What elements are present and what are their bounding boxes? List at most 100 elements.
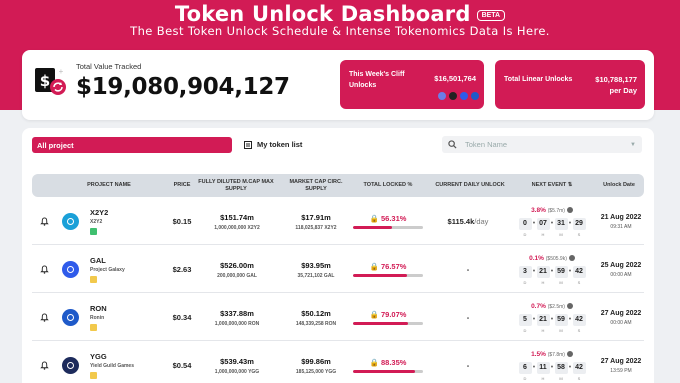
unlock-date-cell: 21 Aug 2022 09:31 AM	[598, 198, 644, 245]
cliff-unlocks-card[interactable]: This Week's Cliff Unlocks $16,501,764	[340, 60, 484, 109]
alert-toggle[interactable]	[40, 294, 50, 341]
countdown-box: 31	[554, 217, 568, 230]
token-logo-icon	[62, 261, 79, 278]
chain-icons	[438, 92, 479, 100]
table-row[interactable]: RON Ronin $0.34 $337.88m 1,000,000,000 RON $5…	[32, 294, 644, 341]
project-name-cell[interactable]: YGG Yield Guild Games	[90, 342, 160, 383]
unlock-time: 13:59 PM	[610, 367, 632, 374]
header-fdmc[interactable]: FULLY DILUTED M.CAP MAX SUPPLY	[196, 174, 276, 197]
project-name: Yield Guild Games	[90, 363, 134, 369]
table-row[interactable]: X2Y2 X2Y2 $0.15 $151.74m 1,000,000,000 X2Y2 $…	[32, 198, 644, 245]
countdown-unit: M	[559, 231, 563, 237]
countdown-unit: S	[577, 231, 581, 237]
table-row[interactable]: YGG Yield Guild Games $0.54 $539.43m 1,000,0…	[32, 342, 644, 383]
header-mcap[interactable]: MARKET CAP CIRC. SUPPLY	[287, 174, 345, 197]
countdown-unit: D	[523, 375, 527, 381]
header-locked[interactable]: TOTAL LOCKED %	[350, 174, 426, 197]
my-token-list-label: My token list	[257, 140, 303, 149]
lock-icon: 🔒	[369, 262, 379, 271]
dollar-unlock-icon: $ +	[35, 67, 66, 95]
token-icon	[471, 92, 479, 100]
unlock-date: 27 Aug 2022	[600, 357, 642, 365]
next-event-cell: 3.8% ($5.7m) 0 • 07 • 31 • 29 D H M S	[506, 198, 598, 245]
daily-unlock-value: $115.4k	[447, 217, 475, 226]
event-percent: 1.5%	[531, 350, 546, 358]
event-summary: 0.7% ($2.5m)	[531, 302, 573, 310]
countdown-separator: •	[532, 316, 536, 323]
linear-unlocks-value: $10,788,177 per Day	[595, 74, 637, 96]
header-date[interactable]: Unlock Date	[594, 174, 644, 197]
locked-progress-fill	[353, 322, 409, 325]
countdown-separator: •	[550, 316, 554, 323]
event-amount: ($5.7m)	[547, 207, 565, 214]
event-summary: 3.8% ($5.7m)	[531, 206, 573, 214]
fdmc-cell: $539.43m 1,000,000,000 YGG	[200, 342, 274, 383]
token-search-input[interactable]: Token Name ▼	[442, 136, 642, 153]
daily-unlock: $115.4k/day	[428, 198, 508, 245]
table-row[interactable]: GAL Project Galaxy $2.63 $526.00m 200,000,00…	[32, 246, 644, 293]
page-title: Token Unlock Dashboard	[174, 2, 471, 26]
countdown-labels: DHMS	[519, 328, 586, 333]
fdmc-value: $526.00m	[220, 260, 254, 270]
countdown-separator: •	[568, 220, 572, 227]
countdown: 3 • 21 • 59 • 42	[518, 265, 586, 278]
countdown-labels: DHMS	[519, 232, 586, 237]
locked-percent: 🔒 76.57%	[370, 262, 407, 271]
beta-badge: BETA	[476, 10, 506, 21]
daily-unlock: -	[428, 342, 508, 383]
my-token-list-filter[interactable]: My token list	[240, 136, 306, 153]
locked-progress-bar	[353, 370, 423, 373]
daily-unlock-value: -	[466, 313, 470, 322]
info-icon[interactable]	[566, 206, 573, 213]
mcap-value: $99.86m	[301, 356, 331, 366]
project-name-cell[interactable]: X2Y2 X2Y2	[90, 198, 160, 245]
daily-unlock-value: -	[466, 265, 470, 274]
token-logo-icon	[62, 309, 79, 326]
locked-progress-fill	[353, 226, 393, 229]
countdown-box: 58	[554, 361, 568, 374]
price: $2.63	[172, 265, 192, 274]
countdown-separator: •	[550, 220, 554, 227]
countdown-unit: H	[541, 327, 545, 333]
alert-toggle[interactable]	[40, 198, 50, 245]
linear-unlocks-label: Total Linear Unlocks	[504, 76, 573, 83]
alert-toggle[interactable]	[40, 342, 50, 383]
alert-toggle[interactable]	[40, 246, 50, 293]
svg-text:$: $	[40, 72, 50, 90]
countdown-separator: •	[532, 220, 536, 227]
total-value-label: Total Value Tracked	[76, 62, 142, 71]
event-percent: 0.7%	[531, 302, 546, 310]
page-subtitle: The Best Token Unlock Schedule & Intense…	[130, 24, 550, 38]
header-project[interactable]: PROJECT NAME	[80, 174, 138, 197]
project-name-cell[interactable]: GAL Project Galaxy	[90, 246, 160, 293]
mcap-cell: $93.95m 35,721,102 GAL	[286, 246, 346, 293]
chevron-down-icon: ▼	[630, 141, 636, 148]
list-icon	[244, 140, 252, 149]
info-icon[interactable]	[568, 254, 575, 261]
countdown-separator: •	[568, 268, 572, 275]
header-next-event[interactable]: NEXT EVENT ⇅	[516, 174, 588, 197]
locked-percent: 🔒 56.31%	[370, 214, 407, 223]
event-summary: 0.1% ($505.9k)	[529, 254, 575, 262]
linear-unlocks-card[interactable]: Total Linear Unlocks $10,788,177 per Day	[495, 60, 645, 109]
event-percent: 0.1%	[529, 254, 544, 262]
max-supply: 200,000,000 GAL	[217, 272, 257, 279]
all-project-filter[interactable]: All project	[32, 137, 232, 153]
project-name-cell[interactable]: RON Ronin	[90, 294, 160, 341]
info-icon[interactable]	[566, 302, 573, 309]
mcap-value: $17.91m	[301, 212, 331, 222]
countdown-unit: D	[523, 231, 527, 237]
bell-icon	[40, 313, 49, 322]
token-table-panel: All project My token list Token Name ▼ P…	[22, 128, 654, 383]
max-supply: 1,000,000,000 X2Y2	[214, 224, 260, 231]
category-tag-icon	[90, 228, 97, 235]
countdown-unit: H	[541, 279, 545, 285]
max-supply: 1,000,000,000 RON	[214, 320, 260, 327]
info-icon[interactable]	[566, 350, 573, 357]
fdmc-value: $539.43m	[220, 356, 254, 366]
countdown-box: 5	[518, 313, 532, 326]
lock-icon: 🔒	[369, 214, 379, 223]
svg-text:+: +	[59, 67, 64, 76]
header-daily[interactable]: CURRENT DAILY UNLOCK	[424, 174, 516, 197]
linear-unlocks-unit: per Day	[609, 86, 637, 95]
